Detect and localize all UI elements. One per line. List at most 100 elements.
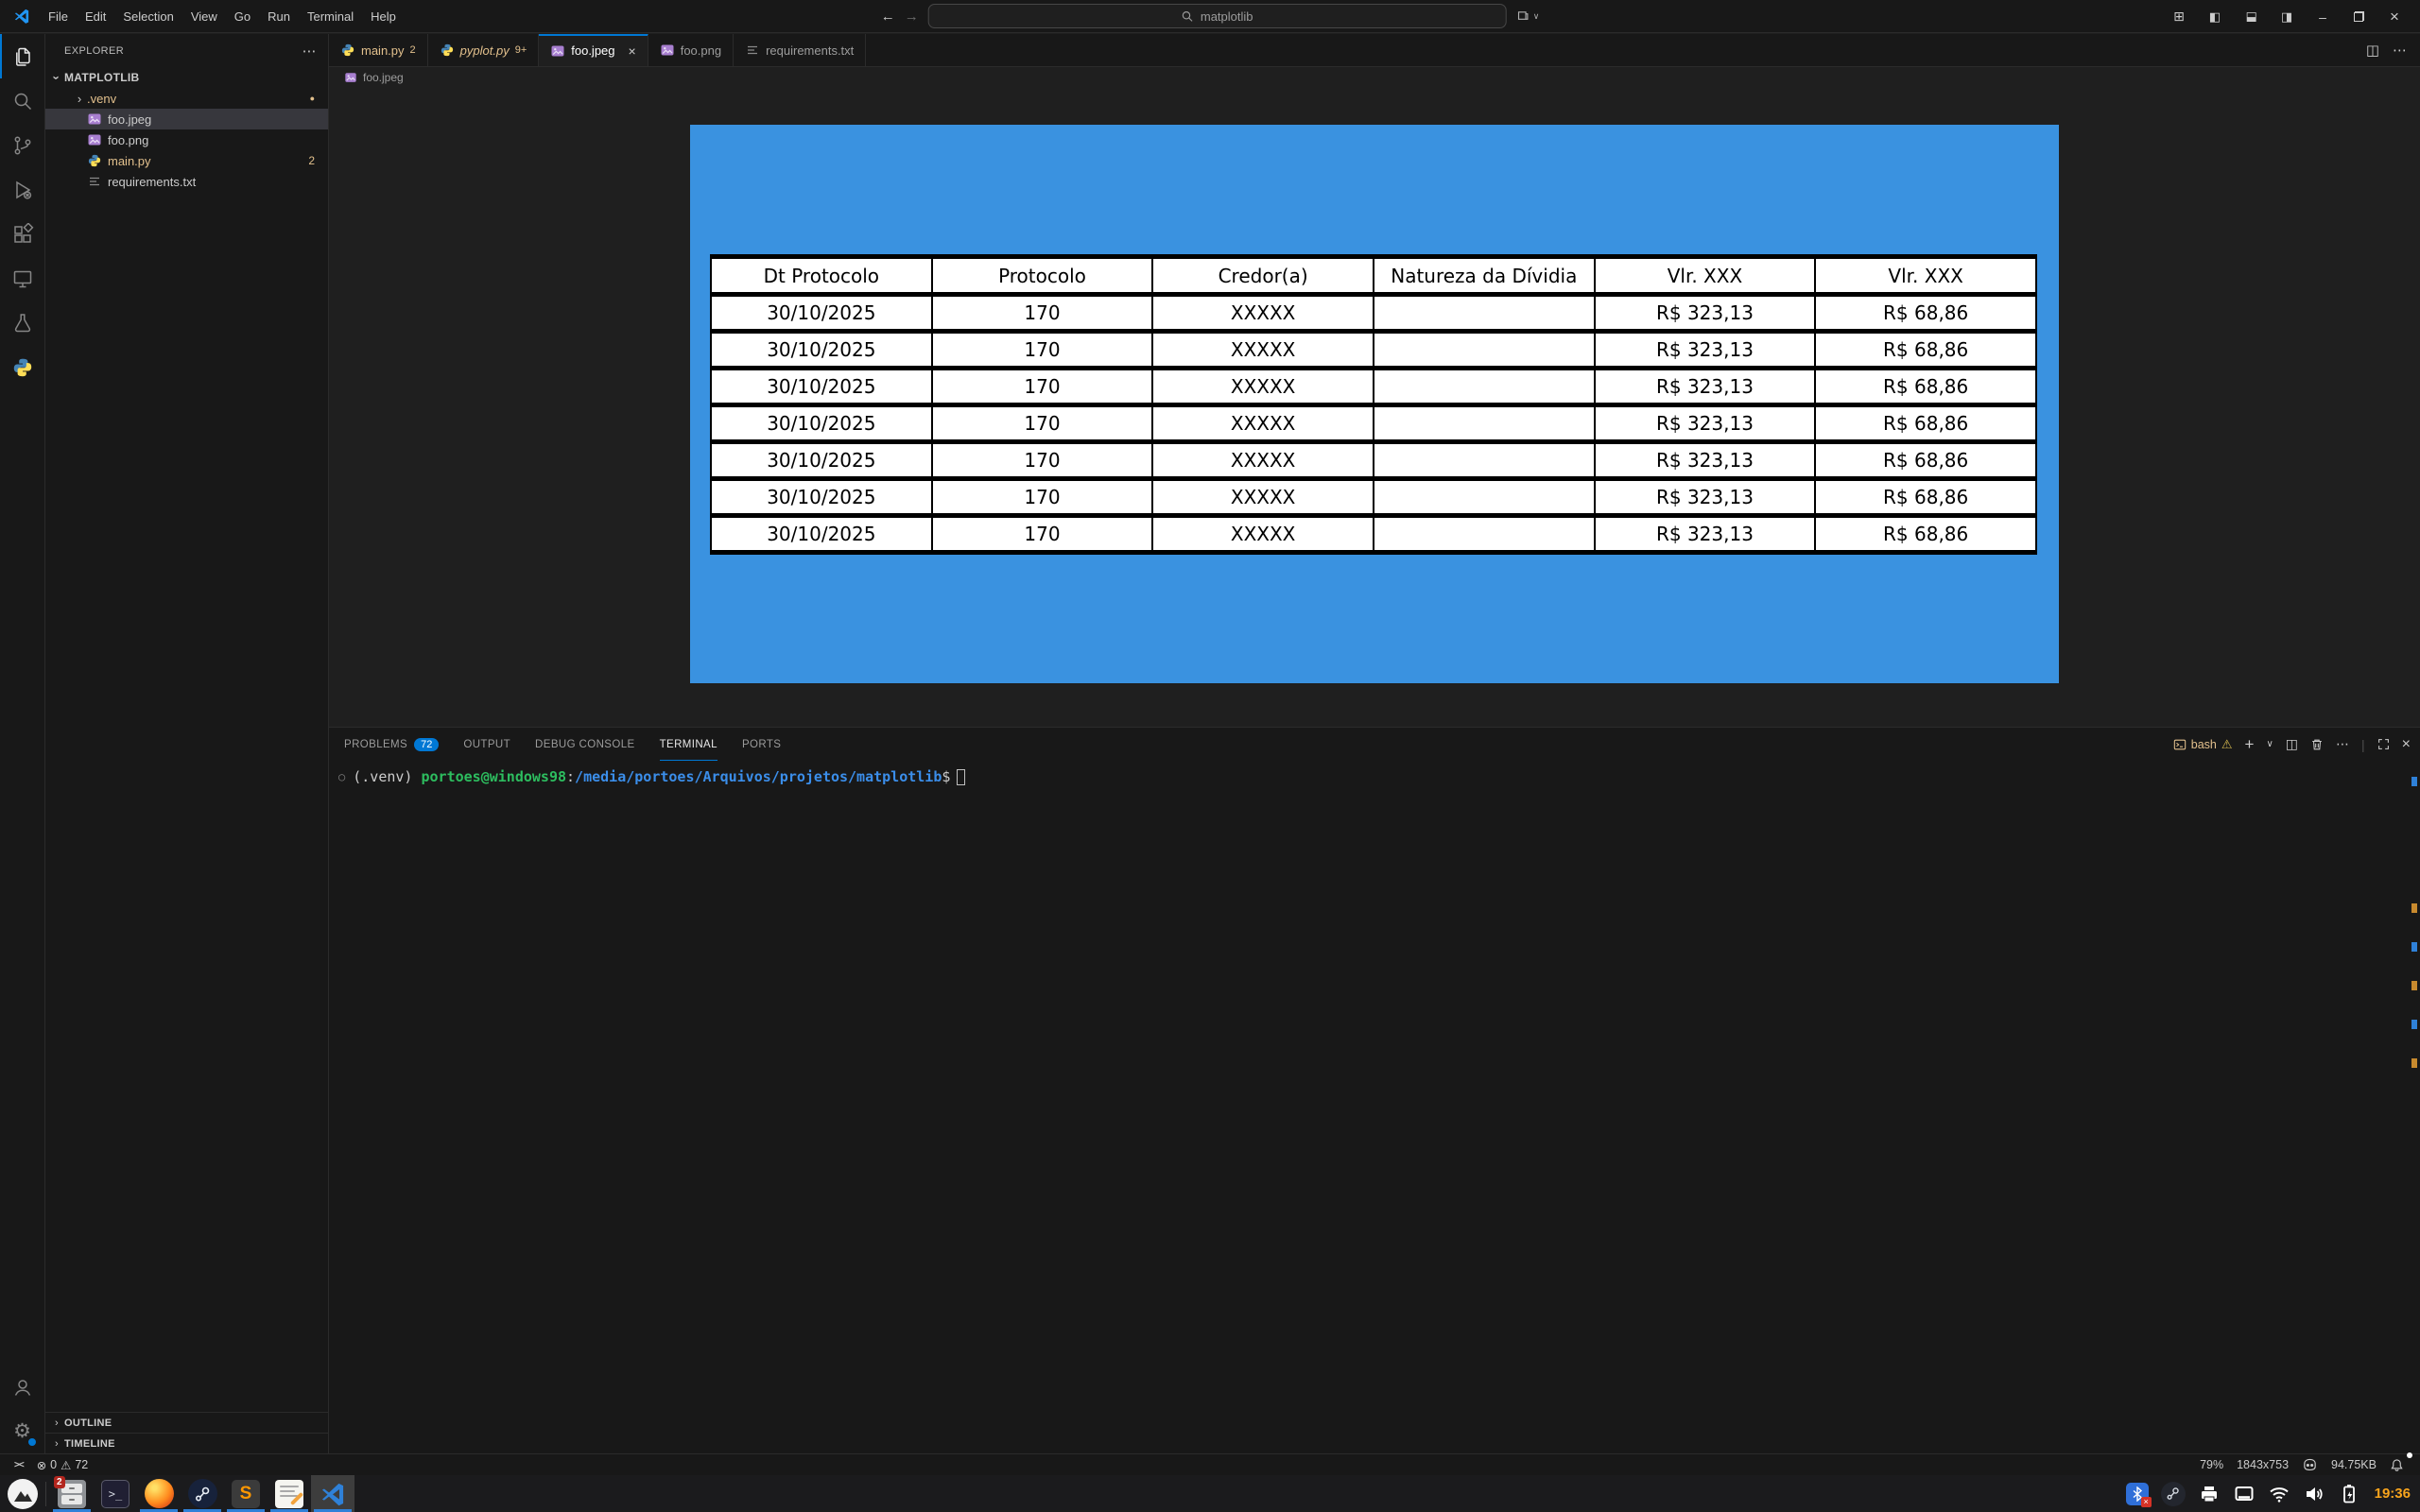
tab-main-py[interactable]: main.py 2 [329,34,428,66]
tree-item-venv[interactable]: › .venv ● [45,88,328,109]
split-editor-icon[interactable]: ◫ [2366,42,2379,59]
terminal-icon [2173,739,2186,749]
settings-gear-icon[interactable]: ⚙ [0,1409,45,1453]
close-panel-icon[interactable]: × [2402,736,2411,753]
tab-debug-console[interactable]: DEBUG CONSOLE [535,728,635,761]
outline-section[interactable]: › OUTLINE [45,1412,328,1433]
run-debug-icon[interactable] [0,167,45,212]
taskbar-text-editor[interactable] [268,1475,311,1512]
notifications-bell-icon[interactable] [2383,1452,2412,1476]
steam-icon [187,1479,217,1508]
image-zoom-level[interactable]: 79% [2193,1454,2230,1476]
tab-foo-png[interactable]: foo.png [648,34,735,66]
bluetooth-tray-icon[interactable]: × [2125,1482,2152,1507]
wifi-tray-icon[interactable] [2268,1483,2290,1505]
table-cell: XXXXX [1151,403,1374,444]
menu-terminal[interactable]: Terminal [299,9,362,24]
toggle-secondary-sidebar-icon[interactable]: ◨ [2271,0,2303,33]
testing-icon[interactable] [0,301,45,345]
breadcrumb-item[interactable]: foo.jpeg [363,71,404,84]
tab-ports[interactable]: PORTS [742,728,781,761]
printer-tray-icon[interactable] [2198,1483,2221,1505]
breadcrumb[interactable]: foo.jpeg [329,67,2420,88]
customize-layout-icon[interactable]: ⊞ [2163,0,2195,33]
problems-status[interactable]: ⊗ 0 ⚠ 72 [30,1454,95,1476]
col-header: Vlr. XXX [1814,254,2037,297]
toggle-panel-icon[interactable]: ◧ [2235,0,2267,33]
app-menu-button[interactable] [8,1478,38,1509]
tab-requirements-txt[interactable]: requirements.txt [734,34,867,66]
new-terminal-icon[interactable]: + [2245,735,2255,754]
bottom-panel: PROBLEMS 72 OUTPUT DEBUG CONSOLE TERMINA… [329,727,2420,1453]
menu-view[interactable]: View [182,9,226,24]
remote-explorer-icon[interactable] [0,256,45,301]
taskbar-terminal[interactable]: >_ [94,1475,137,1512]
search-view-icon[interactable] [0,78,45,123]
steam-tray-icon[interactable] [2160,1481,2186,1506]
rendered-table: Dt Protocolo Protocolo Credor(a) Naturez… [710,254,2037,555]
restore-button[interactable] [2342,0,2375,33]
minimize-button[interactable]: – [2307,0,2339,33]
terminal-cwd: /media/portoes/Arquivos/projetos/matplot… [575,768,942,785]
menu-file[interactable]: File [40,9,77,24]
menu-go[interactable]: Go [226,9,259,24]
extensions-icon[interactable] [0,212,45,256]
copilot-layout-button[interactable]: ∨ [1516,9,1540,24]
python-view-icon[interactable] [0,345,45,389]
panel-more-icon[interactable]: ⋯ [2336,736,2349,752]
tree-item-foo-jpeg[interactable]: foo.jpeg [45,109,328,129]
terminal-content[interactable]: ○ (.venv) portoes@windows98 : /media/por… [329,761,2420,785]
taskbar-sublime[interactable]: S [224,1475,268,1512]
explorer-more-actions-icon[interactable]: ⋯ [302,43,317,60]
remote-indicator[interactable]: >< [8,1454,30,1476]
tab-output[interactable]: OUTPUT [463,728,510,761]
terminal-dropdown-icon[interactable]: ∨ [2266,739,2273,749]
menu-run[interactable]: Run [259,9,299,24]
table-cell [1372,439,1596,481]
explorer-sidebar: EXPLORER ⋯ › MATPLOTLIB › .venv ● foo.jp… [45,34,329,1453]
volume-tray-icon[interactable] [2303,1483,2325,1505]
vscode-window: File Edit Selection View Go Run Terminal… [0,0,2420,1512]
tab-label: pyplot.py [459,43,510,58]
search-input[interactable]: matplotlib [927,4,1507,28]
forward-arrow-icon[interactable]: → [905,9,919,25]
split-terminal-icon[interactable]: ◫ [2286,736,2298,752]
image-preview-foo-jpeg[interactable]: Dt Protocolo Protocolo Credor(a) Naturez… [690,125,2059,683]
menu-edit[interactable]: Edit [77,9,114,24]
tab-pyplot-py[interactable]: pyplot.py 9+ [427,34,540,66]
tab-close-icon[interactable]: × [629,43,636,59]
tab-terminal[interactable]: TERMINAL [660,728,717,761]
accounts-icon[interactable] [0,1365,45,1409]
taskbar-file-manager[interactable]: 2 [50,1475,94,1512]
more-actions-icon[interactable]: ⋯ [2393,42,2407,59]
table-cell: R$ 323,13 [1593,439,1817,481]
kill-terminal-icon[interactable] [2310,738,2324,751]
menu-selection[interactable]: Selection [114,9,182,24]
pencil-icon [289,1491,304,1505]
tab-foo-jpeg[interactable]: foo.jpeg × [539,34,648,66]
shell-selector[interactable]: bash ⚠ [2173,737,2233,752]
battery-tray-icon[interactable] [2338,1483,2360,1505]
tree-item-foo-png[interactable]: foo.png [45,129,328,150]
maximize-panel-icon[interactable] [2377,738,2390,750]
copilot-status-icon[interactable] [2295,1454,2325,1476]
taskbar-vscode[interactable] [311,1475,354,1512]
back-arrow-icon[interactable]: ← [881,9,895,25]
tree-item-requirements-txt[interactable]: requirements.txt [45,171,328,192]
source-control-icon[interactable] [0,123,45,167]
col-header: Credor(a) [1151,254,1374,297]
taskbar-firefox[interactable] [137,1475,181,1512]
tab-problems[interactable]: PROBLEMS 72 [344,728,440,761]
chevron-down-icon: ∨ [1532,10,1540,21]
timeline-section[interactable]: › TIMELINE [45,1433,328,1453]
folder-root-matplotlib[interactable]: › MATPLOTLIB [45,67,328,88]
explorer-icon[interactable] [0,34,45,78]
close-button[interactable]: × [2378,0,2411,33]
menu-help[interactable]: Help [362,9,405,24]
taskbar-steam[interactable] [181,1475,224,1512]
toggle-primary-sidebar-icon[interactable]: ◧ [2199,0,2231,33]
display-tray-icon[interactable] [2233,1483,2256,1505]
table-cell: 30/10/2025 [710,403,933,444]
tree-item-main-py[interactable]: main.py 2 [45,150,328,171]
clock[interactable]: 19:36 [2375,1486,2411,1502]
